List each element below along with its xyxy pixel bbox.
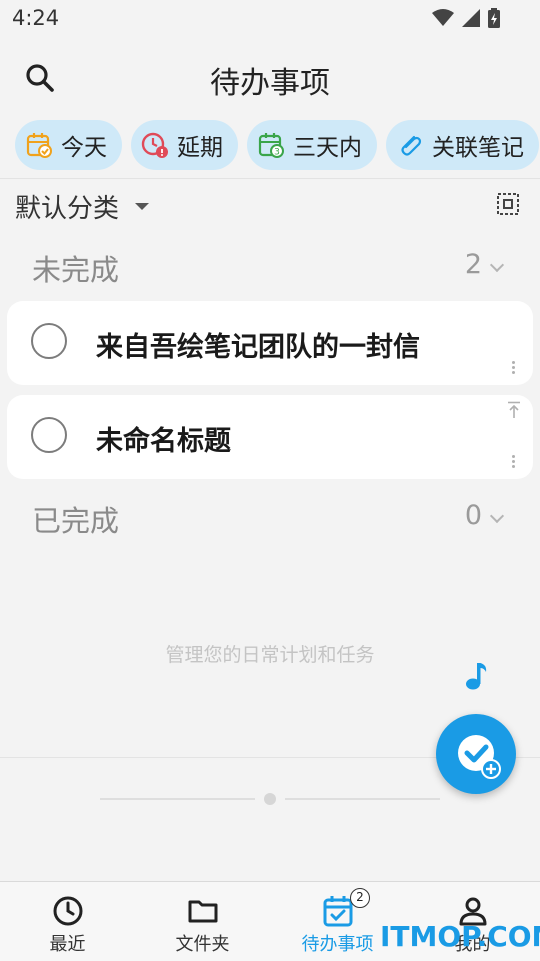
signal-icon	[462, 9, 480, 27]
caret-down-icon	[135, 202, 150, 210]
page-indicator-dot	[264, 793, 276, 805]
paperclip-icon	[401, 135, 422, 156]
chevron-down-icon	[489, 508, 505, 524]
page-indicator-line	[100, 798, 255, 800]
filter-chip-today[interactable]: 今天	[15, 120, 122, 170]
wifi-icon	[432, 9, 454, 26]
filter-chip-label: 三天内	[293, 135, 362, 161]
music-note-icon[interactable]	[464, 661, 490, 691]
more-vertical-icon[interactable]	[512, 455, 516, 470]
watermark: ITMOP.COM	[380, 920, 540, 953]
page-indicator-line	[285, 798, 440, 800]
more-vertical-icon[interactable]	[512, 361, 516, 376]
add-task-button[interactable]	[436, 714, 516, 794]
section-title: 未完成	[32, 253, 120, 287]
page-title: 待办事项	[210, 66, 330, 101]
filter-chip-three-days[interactable]: 3 三天内	[247, 120, 377, 170]
status-bar: 4:24	[0, 0, 540, 40]
select-grid-icon	[497, 193, 519, 215]
calendar-check-icon	[26, 133, 52, 158]
task-checkbox[interactable]	[31, 323, 67, 359]
category-dropdown[interactable]: 默认分类	[15, 186, 150, 226]
section-count: 2	[464, 249, 482, 280]
nav-item-folders[interactable]: 文件夹	[135, 882, 270, 961]
battery-icon	[488, 8, 500, 28]
status-time: 4:24	[12, 6, 60, 30]
nav-badge: 2	[350, 888, 370, 908]
clock-alert-icon	[141, 132, 168, 158]
task-item[interactable]: 未命名标题	[7, 395, 533, 479]
layout-toggle-button[interactable]	[496, 192, 520, 216]
filter-chip-overdue[interactable]: 延期	[131, 120, 238, 170]
task-title: 未命名标题	[96, 426, 231, 457]
task-checkbox[interactable]	[31, 417, 67, 453]
filter-chip-label: 今天	[61, 135, 107, 161]
check-add-icon	[458, 735, 501, 779]
section-title: 已完成	[32, 504, 120, 538]
filter-chips: 今天 延期 3 三天内 关联笔记	[15, 120, 539, 170]
nav-item-recent[interactable]: 最近	[0, 882, 135, 961]
filter-chip-label: 关联笔记	[432, 135, 524, 161]
pin-top-icon[interactable]	[507, 401, 521, 419]
task-item[interactable]: 来自吾绘笔记团队的一封信	[7, 301, 533, 385]
empty-hint: 管理您的日常计划和任务	[165, 644, 375, 666]
section-count: 0	[464, 500, 482, 531]
filter-chip-label: 延期	[177, 135, 223, 161]
clock-icon	[53, 896, 82, 926]
header: 待办事项	[0, 48, 540, 108]
svg-text:3: 3	[274, 148, 280, 158]
section-done[interactable]: 已完成 0	[32, 498, 512, 538]
filter-chip-linked-notes[interactable]: 关联笔记	[386, 120, 539, 170]
nav-label: 最近	[49, 934, 86, 955]
category-label: 默认分类	[15, 193, 120, 224]
folder-icon	[188, 900, 217, 923]
section-pending[interactable]: 未完成 2	[32, 247, 512, 287]
chevron-down-icon	[489, 257, 505, 273]
nav-label: 文件夹	[175, 934, 230, 955]
divider	[0, 178, 540, 179]
task-title: 来自吾绘笔记团队的一封信	[96, 332, 420, 363]
status-icons	[432, 8, 500, 28]
calendar-three-icon: 3	[258, 133, 284, 158]
